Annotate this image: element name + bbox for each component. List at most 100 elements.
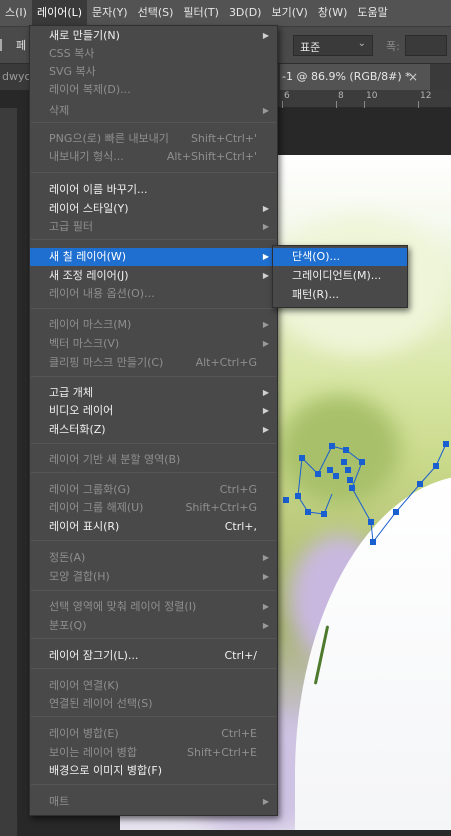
path-anchor-point[interactable] <box>283 497 289 503</box>
menu-item-label: 레이어 연결(K) <box>49 679 119 692</box>
path-anchor-point[interactable] <box>321 511 327 517</box>
path-anchor-point[interactable] <box>359 459 365 465</box>
path-anchor-point[interactable] <box>345 467 351 473</box>
layer-menu-item[interactable]: SVG 복사 <box>30 63 277 81</box>
layer-menu-item[interactable]: 래스터화(Z) ▶ <box>30 421 277 439</box>
layer-menu-item[interactable]: 고급 필터 ▶ <box>30 218 277 236</box>
path-anchor-point[interactable] <box>315 471 321 477</box>
layer-menu-item[interactable]: 새로 만들기(N) ▶ <box>30 27 277 45</box>
path-anchor-point[interactable] <box>341 459 347 465</box>
menu-item-label: 새로 만들기(N) <box>49 29 120 42</box>
layer-menu-item[interactable]: 레이어 기반 새 분할 영역(B) <box>30 451 277 469</box>
fill-submenu-item[interactable]: 패턴(R)... <box>273 286 407 304</box>
path-anchor-point[interactable] <box>443 441 449 447</box>
submenu-arrow-icon: ▶ <box>262 339 269 348</box>
work-path[interactable] <box>283 441 449 545</box>
layer-menu-item[interactable]: 모양 결합(H) ▶ <box>30 568 277 586</box>
layer-menu-item[interactable]: 레이어 내용 옵션(O)... <box>30 285 277 303</box>
photoshop-window: { "menubar": { "items": ["스(I)", "레이어(L)… <box>0 0 451 836</box>
path-anchor-point[interactable] <box>347 477 353 483</box>
layer-menu-item[interactable]: 고급 개체 ▶ <box>30 384 277 402</box>
layer-menu-item[interactable]: 레이어 병합(E) Ctrl+E <box>30 725 277 743</box>
menu-item-label: 벡터 마스크(V) <box>49 337 120 350</box>
menu-item-shortcut: Ctrl+, <box>224 520 257 533</box>
menu-separator <box>31 716 276 717</box>
layer-menu-item[interactable]: 선택 영역에 맞춰 레이어 정렬(I) ▶ <box>30 598 277 616</box>
layer-menu-item[interactable]: 벡터 마스크(V) ▶ <box>30 335 277 353</box>
path-anchor-point[interactable] <box>299 455 305 461</box>
layer-menu-item[interactable]: 내보내기 형식... Alt+Shift+Ctrl+' <box>30 148 277 166</box>
menu-item-label: 연결된 레이어 선택(S) <box>49 697 153 710</box>
menu-separator <box>31 172 276 173</box>
layer-menu-item[interactable]: 정돈(A) ▶ <box>30 549 277 567</box>
menu-item-shortcut: Ctrl+G <box>219 483 257 496</box>
menu-item-shortcut: Ctrl+E <box>221 727 257 740</box>
menu-separator <box>31 239 276 240</box>
menu-item-label: 레이어 내용 옵션(O)... <box>49 287 155 300</box>
menu-separator <box>31 540 276 541</box>
layer-menu-item[interactable]: 연결된 레이어 선택(S) <box>30 695 277 713</box>
path-anchor-point[interactable] <box>368 519 374 525</box>
submenu-arrow-icon: ▶ <box>262 204 269 213</box>
fill-submenu-item[interactable]: 단색(O)... <box>273 248 407 266</box>
layer-menu-item[interactable]: 새 조정 레이어(J) ▶ <box>30 267 277 285</box>
menu-item-label: 레이어 이름 바꾸기... <box>49 183 148 196</box>
menu-item-label: 레이어 스타일(Y) <box>49 202 129 215</box>
menu-item-label: 레이어 병합(E) <box>49 727 119 740</box>
layer-menu-item[interactable]: 분포(Q) ▶ <box>30 617 277 635</box>
layer-menu-item[interactable]: 레이어 그룹화(G) Ctrl+G <box>30 481 277 499</box>
menu-separator <box>31 376 276 377</box>
layer-menu-item[interactable]: CSS 복사 <box>30 45 277 63</box>
submenu-arrow-icon: ▶ <box>262 425 269 434</box>
path-anchor-point[interactable] <box>417 481 423 487</box>
menu-item-label: 레이어 그룹화(G) <box>49 483 131 496</box>
layer-menu-item[interactable]: 레이어 잠그기(L)... Ctrl+/ <box>30 647 277 665</box>
layer-menu-item[interactable]: PNG으(로) 빠른 내보내기 Shift+Ctrl+' <box>30 130 277 148</box>
path-anchor-point[interactable] <box>333 473 339 479</box>
layer-menu-item[interactable]: 레이어 복제(D)... <box>30 81 277 99</box>
path-anchor-point[interactable] <box>329 443 335 449</box>
layer-menu-item[interactable]: 배경으로 이미지 병합(F) <box>30 762 277 780</box>
layer-menu-item[interactable]: 클리핑 마스크 만들기(C) Alt+Ctrl+G <box>30 354 277 372</box>
fill-submenu-item[interactable]: 그레이디언트(M)... <box>273 267 407 285</box>
menu-separator <box>31 443 276 444</box>
menu-item-label: PNG으(로) 빠른 내보내기 <box>49 132 169 145</box>
menu-item-label: 클리핑 마스크 만들기(C) <box>49 356 164 369</box>
layer-menu-item[interactable]: 레이어 스타일(Y) ▶ <box>30 200 277 218</box>
menu-item-shortcut: Alt+Ctrl+G <box>195 356 257 369</box>
path-anchor-point[interactable] <box>295 493 301 499</box>
menu-item-label: 레이어 그룹 해제(U) <box>49 501 144 514</box>
submenu-arrow-icon: ▶ <box>262 222 269 231</box>
layer-menu-item[interactable]: 비디오 레이어 ▶ <box>30 402 277 420</box>
path-anchor-point[interactable] <box>349 485 355 491</box>
path-anchor-point[interactable] <box>370 539 376 545</box>
menu-item-label: 레이어 기반 새 분할 영역(B) <box>49 453 181 466</box>
layer-menu-item[interactable]: 레이어 이름 바꾸기... <box>30 181 277 199</box>
layer-menu-dropdown: 새로 만들기(N) ▶ CSS 복사 SVG 복사 레이어 복제(D)... 삭제 ▶ PNG… <box>29 25 278 816</box>
path-anchor-point[interactable] <box>433 463 439 469</box>
layer-menu-item[interactable]: 레이어 표시(R) Ctrl+, <box>30 518 277 536</box>
layer-menu-item[interactable]: 매트 ▶ <box>30 793 277 811</box>
layer-menu-item[interactable]: 새 칠 레이어(W) ▶ <box>30 248 277 266</box>
menu-separator <box>31 784 276 785</box>
menu-item-label: 그레이디언트(M)... <box>292 269 382 282</box>
submenu-arrow-icon: ▶ <box>262 106 269 115</box>
path-anchor-point[interactable] <box>343 447 349 453</box>
path-anchor-point[interactable] <box>393 509 399 515</box>
layer-menu-item[interactable]: 보이는 레이어 병합 Shift+Ctrl+E <box>30 744 277 762</box>
menu-item-label: 고급 개체 <box>49 386 93 399</box>
menu-item-shortcut: Ctrl+/ <box>224 649 258 662</box>
menu-item-label: 보이는 레이어 병합 <box>49 746 137 759</box>
menu-item-label: 배경으로 이미지 병합(F) <box>49 764 162 777</box>
layer-menu-item[interactable]: 레이어 마스크(M) ▶ <box>30 316 277 334</box>
path-anchor-point[interactable] <box>327 467 333 473</box>
layer-menu-item[interactable]: 레이어 연결(K) <box>30 677 277 695</box>
menu-item-label: 매트 <box>49 795 70 808</box>
menu-separator <box>31 638 276 639</box>
menu-item-shortcut: Alt+Shift+Ctrl+' <box>166 150 257 163</box>
layer-menu-item[interactable]: 레이어 그룹 해제(U) Shift+Ctrl+G <box>30 499 277 517</box>
path-segment[interactable] <box>297 443 447 544</box>
path-anchor-point[interactable] <box>305 509 311 515</box>
submenu-arrow-icon: ▶ <box>262 320 269 329</box>
layer-menu-item[interactable]: 삭제 ▶ <box>30 102 277 120</box>
